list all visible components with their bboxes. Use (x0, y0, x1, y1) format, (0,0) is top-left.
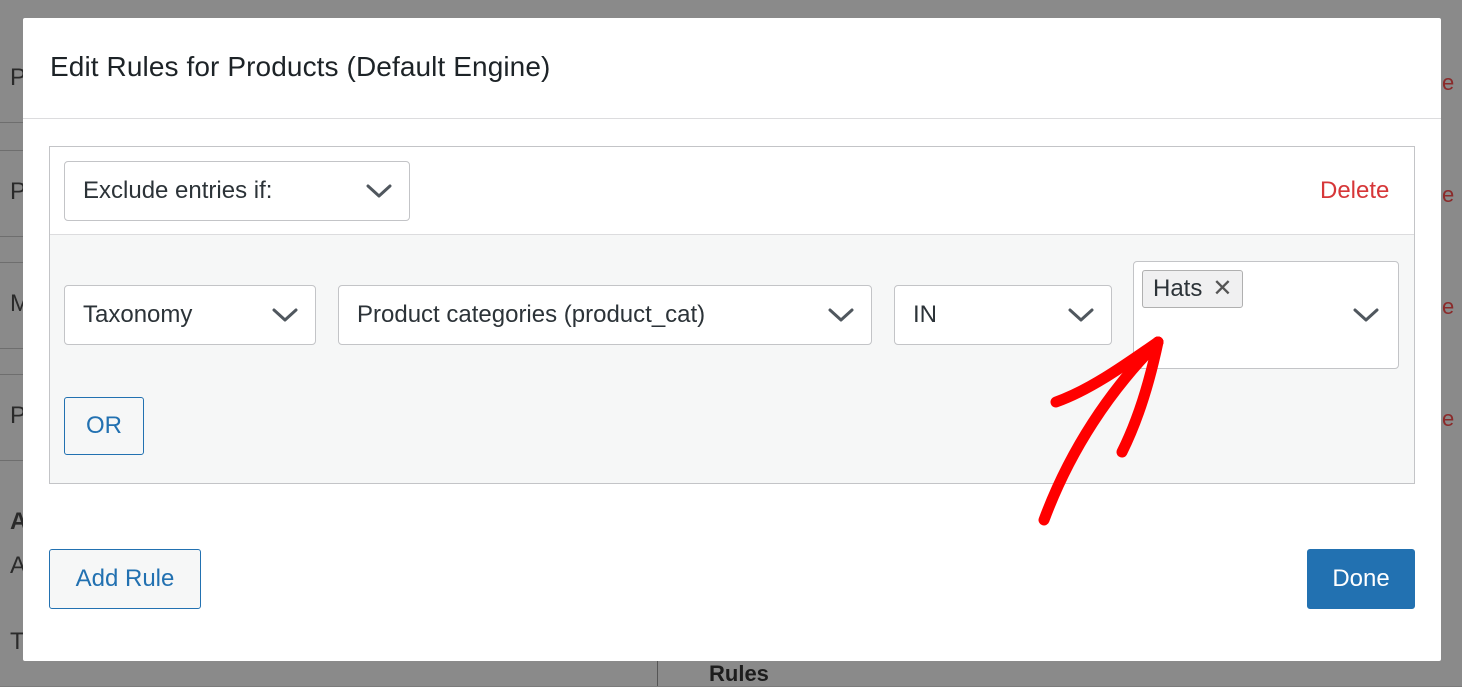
delete-rule-link[interactable]: Delete (1320, 177, 1389, 205)
modal-header: Edit Rules for Products (Default Engine) (23, 18, 1441, 119)
done-button[interactable]: Done (1307, 549, 1415, 609)
condition-type-select[interactable]: Taxonomy (64, 285, 316, 345)
background-text: e (1442, 70, 1455, 95)
divider (0, 348, 24, 349)
operator-label: IN (913, 301, 937, 328)
rule-group: Exclude entries if: Delete Taxonomy Prod… (49, 146, 1415, 484)
background-text: e (1442, 406, 1455, 431)
rule-condition-area: Taxonomy Product categories (product_cat… (50, 235, 1414, 483)
background-text: e (1442, 294, 1455, 319)
add-rule-button[interactable]: Add Rule (49, 549, 201, 609)
chevron-down-icon (366, 184, 392, 198)
rule-group-header: Exclude entries if: Delete (50, 147, 1414, 235)
selected-term-label: Hats (1153, 275, 1203, 302)
taxonomy-label: Product categories (product_cat) (357, 301, 706, 328)
chevron-down-icon (1068, 308, 1094, 322)
divider (0, 122, 24, 123)
chevron-down-icon (1353, 308, 1379, 322)
chevron-down-icon (828, 308, 854, 322)
term-multiselect[interactable]: Hats ✕ (1133, 261, 1399, 369)
taxonomy-select[interactable]: Product categories (product_cat) (338, 285, 872, 345)
rule-mode-label: Exclude entries if: (83, 177, 273, 204)
divider (0, 374, 24, 375)
chevron-down-icon (272, 308, 298, 322)
divider (0, 262, 24, 263)
close-icon[interactable]: ✕ (1212, 277, 1232, 301)
selected-term-tag: Hats ✕ (1142, 270, 1244, 308)
operator-select[interactable]: IN (894, 285, 1112, 345)
divider (0, 150, 24, 151)
edit-rules-modal: Edit Rules for Products (Default Engine)… (23, 18, 1441, 661)
divider (0, 460, 24, 461)
background-left-column: P P M P A A T (0, 0, 30, 686)
background-section-title: Rules (709, 661, 769, 686)
rule-mode-select[interactable]: Exclude entries if: (64, 161, 410, 221)
divider (0, 236, 24, 237)
condition-type-label: Taxonomy (83, 301, 193, 328)
modal-title: Edit Rules for Products (Default Engine) (50, 51, 551, 82)
background-text: e (1442, 182, 1455, 207)
divider (657, 661, 658, 686)
or-button[interactable]: OR (64, 397, 144, 455)
